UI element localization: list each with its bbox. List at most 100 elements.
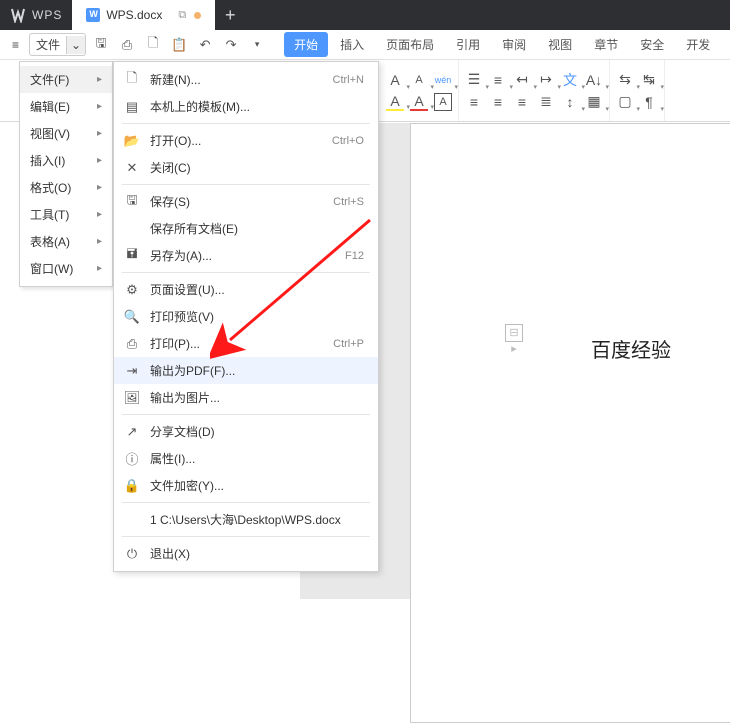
new-tab-button[interactable]: + [215,0,245,30]
char-border-icon[interactable]: A [434,93,452,111]
menu-item-properties[interactable]: ⓘ 属性(I)... [114,445,378,472]
chevron-right-icon: ▸ [97,101,102,112]
file-submenu: 文件(F)▸编辑(E)▸视图(V)▸插入(I)▸格式(O)▸工具(T)▸表格(A… [19,61,113,287]
menu-separator [122,414,370,415]
qat-dropdown-icon[interactable]: ▾ [249,37,265,53]
menu-item-export-pdf[interactable]: ⇥ 输出为PDF(F)... [114,357,378,384]
new-label: 新建(N)... [150,71,323,88]
file-submenu-label: 视图(V) [30,125,70,142]
menu-item-exit[interactable]: ⏻ 退出(X) [114,540,378,567]
align-center-icon[interactable]: ≡ [489,93,507,111]
menu-item-save-as[interactable]: 🖬 另存为(A)... F12 [114,242,378,269]
file-submenu-item[interactable]: 工具(T)▸ [20,201,112,228]
menu-separator [122,536,370,537]
qat-save-icon[interactable]: 🖫 [93,37,109,53]
qat-print-preview-icon[interactable]: 🗋 [145,37,161,53]
ribbon-tab-review[interactable]: 审阅 [492,32,536,57]
file-submenu-label: 插入(I) [30,152,65,169]
menu-item-print-preview[interactable]: 🔍 打印预览(V) [114,303,378,330]
menu-item-save[interactable]: 🖫 保存(S) Ctrl+S [114,188,378,215]
text-direction-icon[interactable]: 文 [561,71,579,89]
align-justify-icon[interactable]: ≣ [537,93,555,111]
hamburger-menu-button[interactable]: ≡ [6,36,25,54]
print-preview-label: 打印预览(V) [150,308,364,325]
ribbon-tab-layout[interactable]: 页面布局 [376,32,444,57]
pinyin-icon[interactable]: wén [434,71,452,89]
properties-label: 属性(I)... [150,450,364,467]
document-tab[interactable]: WPS.docx ⧉ [72,0,215,30]
save-shortcut: Ctrl+S [333,196,364,208]
ribbon-tabs: 开始 插入 页面布局 引用 审阅 视图 章节 安全 开发 [284,32,720,57]
file-submenu-item[interactable]: 插入(I) ▸ [20,147,112,174]
file-menu-label: 文件 [36,36,60,53]
shading-icon[interactable]: ▦ [585,93,603,111]
document-page[interactable]: ⊟ ▸ 百度经验 [410,123,730,723]
menu-item-page-setup[interactable]: ⚙ 页面设置(U)... [114,276,378,303]
menu-item-encrypt[interactable]: 🔒 文件加密(Y)... [114,472,378,499]
menu-item-print[interactable]: ⎙ 打印(P)... Ctrl+P [114,330,378,357]
close-label: 关闭(C) [150,159,364,176]
align-right-icon[interactable]: ≡ [513,93,531,111]
ribbon-tab-section[interactable]: 章节 [584,32,628,57]
qat-redo-icon[interactable]: ↷ [223,37,239,53]
file-submenu-item[interactable]: 视图(V)▸ [20,120,112,147]
qat-undo-icon[interactable]: ↶ [197,37,213,53]
chevron-down-icon: ⌄ [66,36,85,54]
tab-window-icon[interactable]: ⧉ [178,9,186,22]
line-spacing-icon[interactable]: ↕ [561,93,579,111]
indent-decrease-icon[interactable]: ↤ [513,71,531,89]
template-label: 本机上的模板(M)... [150,98,364,115]
print-shortcut: Ctrl+P [333,338,364,350]
menu-item-close[interactable]: ✕ 关闭(C) [114,154,378,181]
bullets-icon[interactable]: ☰ [465,71,483,89]
borders-icon[interactable]: ▢ [616,93,634,111]
ribbon-tab-insert[interactable]: 插入 [330,32,374,57]
qat-print-direct-icon[interactable]: ⎙ [119,37,135,53]
file-submenu-item[interactable]: 格式(O)▸ [20,174,112,201]
menu-item-save-all[interactable]: 保存所有文档(E) [114,215,378,242]
export-image-icon: 🖼 [124,390,140,406]
app-name: WPS [32,8,62,22]
document-tab-label: WPS.docx [106,8,162,22]
menu-item-template[interactable]: ▤ 本机上的模板(M)... [114,93,378,120]
menu-item-share[interactable]: ↗ 分享文档(D) [114,418,378,445]
file-submenu-item[interactable]: 窗口(W)▸ [20,255,112,282]
file-submenu-label: 窗口(W) [30,260,73,277]
ribbon-tab-dev[interactable]: 开发 [676,32,720,57]
ribbon-tab-start[interactable]: 开始 [284,32,328,57]
font-color-icon[interactable]: A [410,93,428,111]
tab-stop-icon[interactable]: ↹ [640,71,658,89]
qat-paste-icon[interactable]: 📋 [171,37,187,53]
indent-tool-icon[interactable]: ⇆ [616,71,634,89]
menu-item-new[interactable]: 🗋 新建(N)... Ctrl+N [114,66,378,93]
align-left-icon[interactable]: ≡ [465,93,483,111]
wps-logo-icon [10,7,26,23]
indent-increase-icon[interactable]: ↦ [537,71,555,89]
numbering-icon[interactable]: ≡ [489,71,507,89]
font-grow-icon[interactable]: A [386,71,404,89]
menu-item-open[interactable]: 📂 打开(O)... Ctrl+O [114,127,378,154]
ribbon-tab-view[interactable]: 视图 [538,32,582,57]
file-menu-button[interactable]: 文件 ⌄ [29,33,86,56]
lock-icon: 🔒 [124,478,140,494]
font-shrink-icon[interactable]: A [410,71,428,89]
file-submenu-label: 文件(F) [30,71,69,88]
menu-item-export-image[interactable]: 🖼 输出为图片... [114,384,378,411]
ribbon-tab-reference[interactable]: 引用 [446,32,490,57]
save-as-label: 另存为(A)... [150,247,335,264]
sort-icon[interactable]: A↓ [585,71,603,89]
save-as-icon: 🖬 [124,248,140,264]
object-placeholder-icon: ⊟ ▸ [505,324,523,342]
highlight-icon[interactable]: A [386,93,404,111]
properties-icon: ⓘ [124,451,140,467]
chevron-right-icon: ▸ [97,236,102,247]
ribbon-font-group: A A wén A A A [380,60,459,121]
menu-item-recent-file[interactable]: 1 C:\Users\大海\Desktop\WPS.docx [114,506,378,533]
ribbon-tab-security[interactable]: 安全 [630,32,674,57]
file-submenu-item[interactable]: 表格(A)▸ [20,228,112,255]
template-icon: ▤ [124,99,140,115]
file-submenu-item[interactable]: 文件(F)▸ [20,66,112,93]
paragraph-mark-icon[interactable]: ¶ [640,93,658,111]
file-submenu-item[interactable]: 编辑(E)▸ [20,93,112,120]
chevron-right-icon: ▸ [97,155,102,166]
